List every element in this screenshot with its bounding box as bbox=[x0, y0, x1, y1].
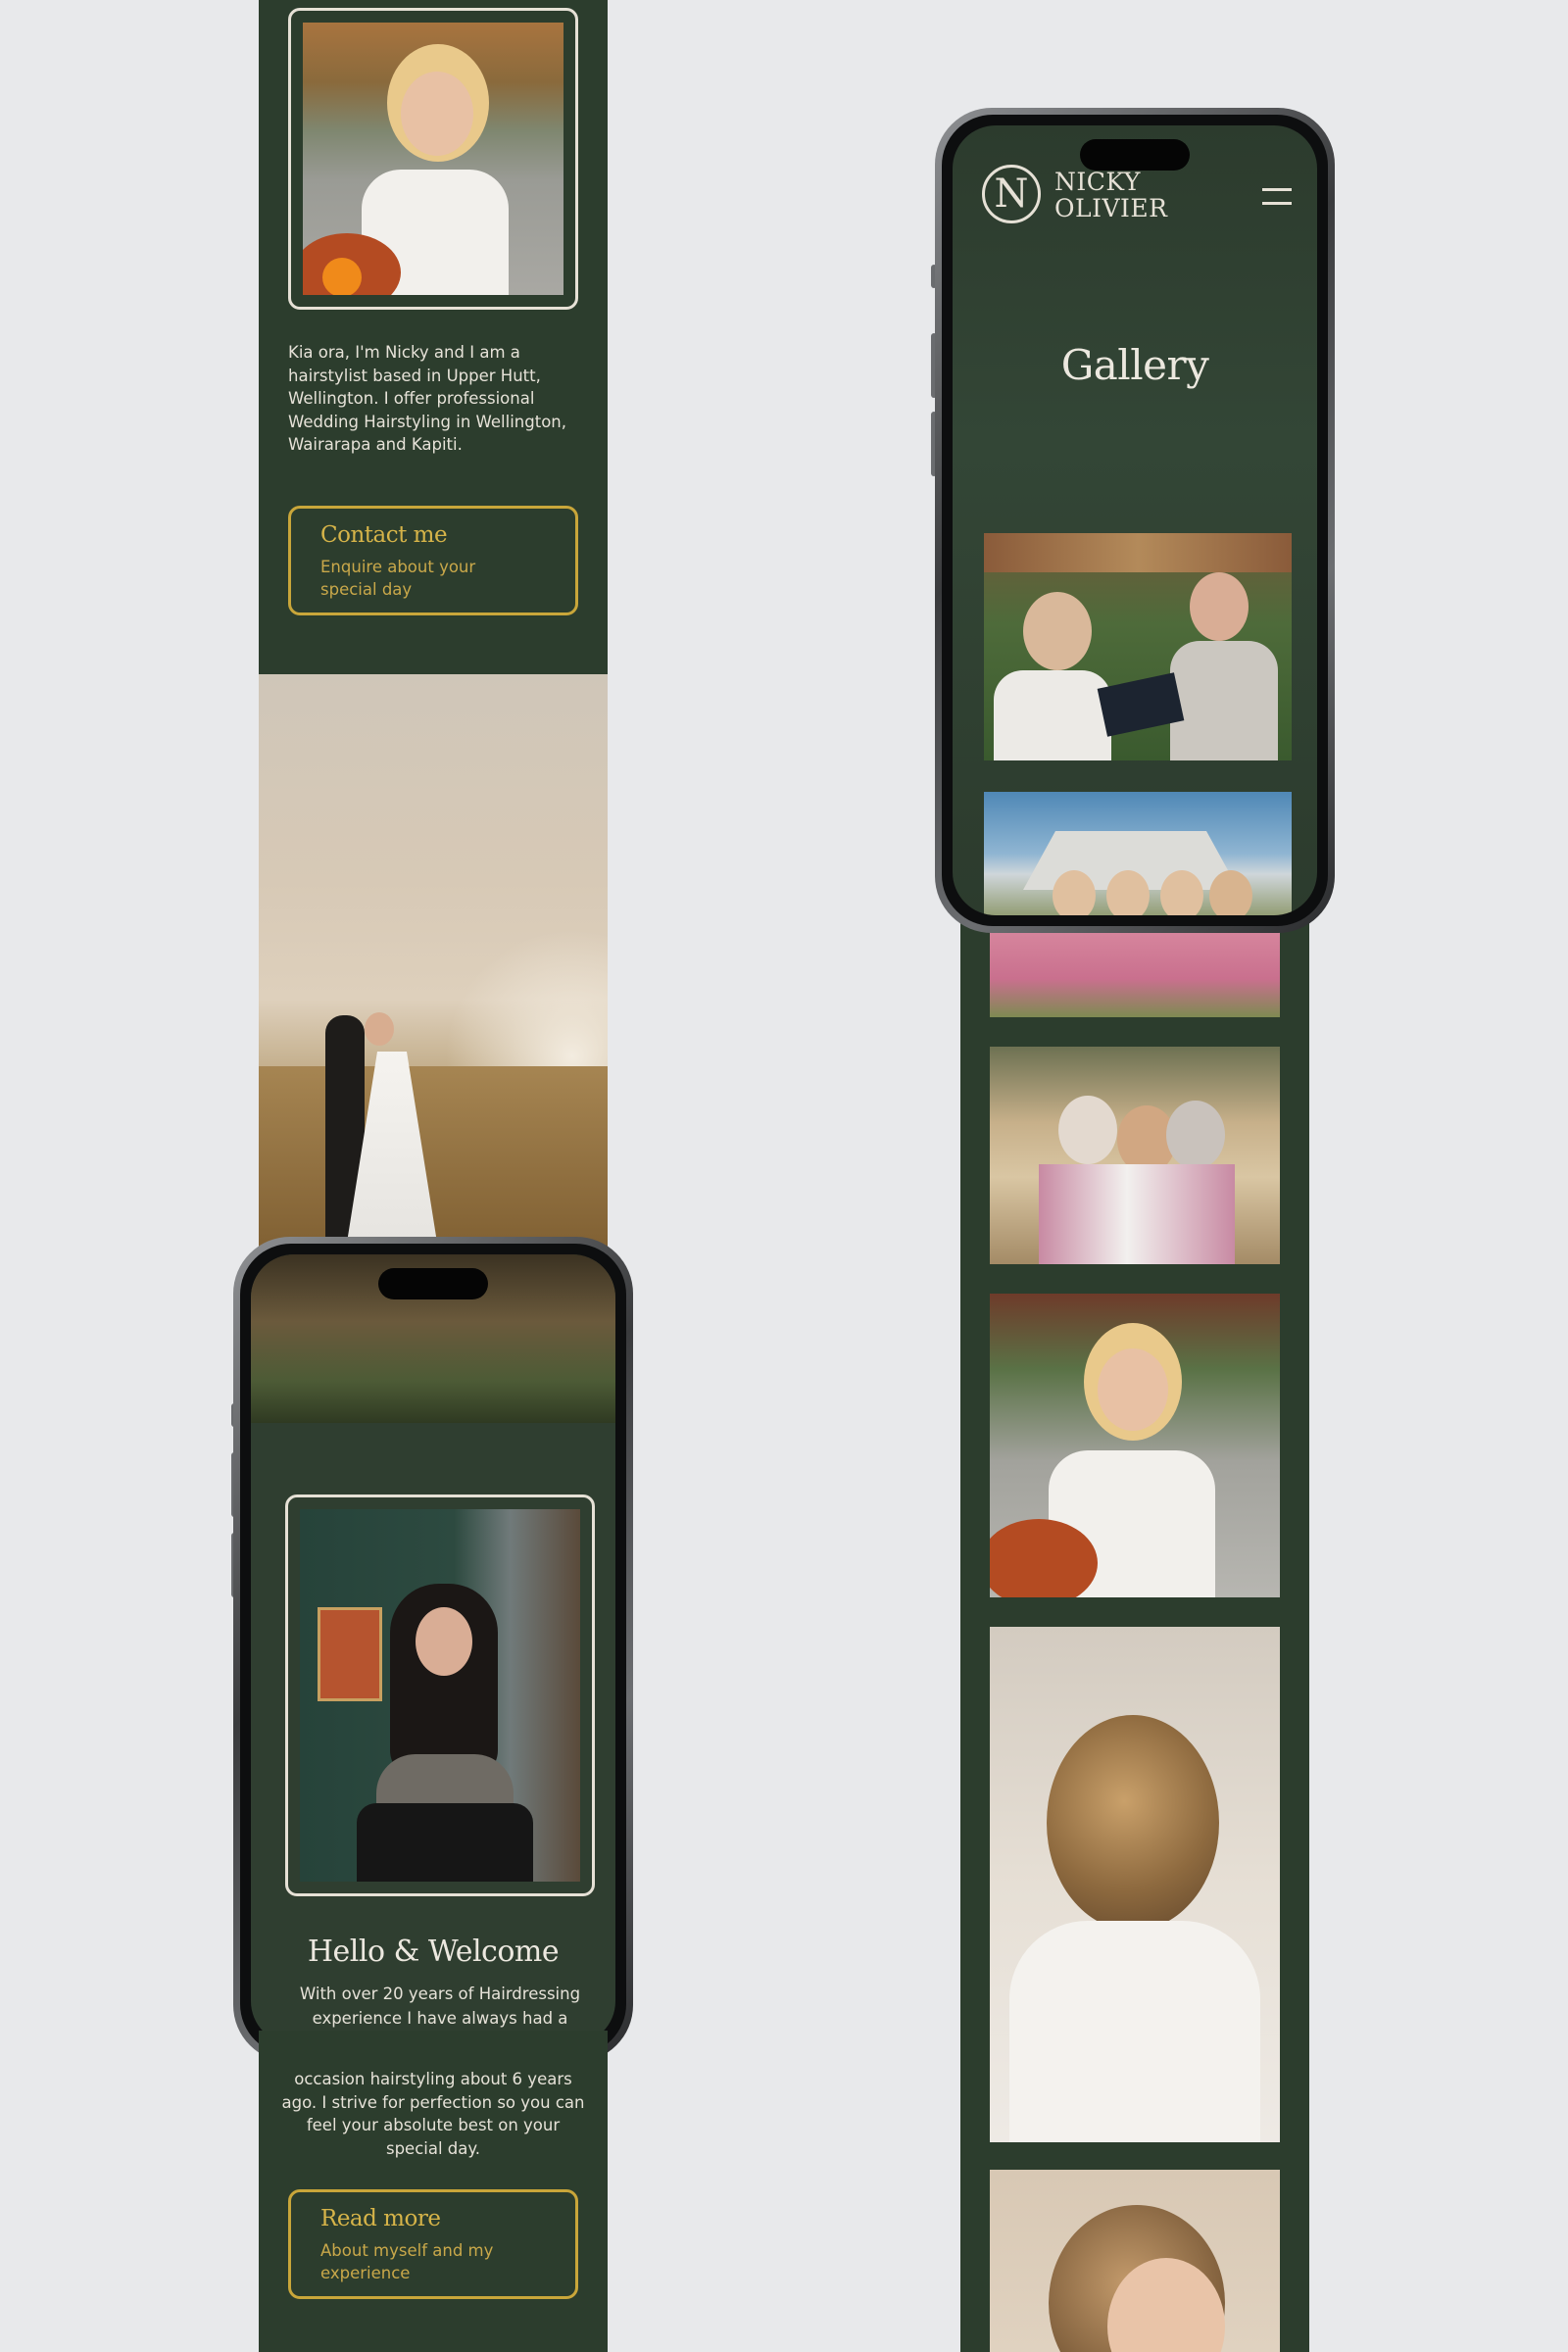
gallery-photo-bridal-party-toast[interactable] bbox=[990, 1047, 1280, 1264]
brand-name-line2: OLIVIER bbox=[1054, 194, 1168, 222]
dynamic-island bbox=[1080, 139, 1190, 171]
read-more-button[interactable]: Read more About myself and my experience bbox=[288, 2189, 578, 2299]
phone-screen-gallery: N NICKY OLIVIER Gallery bbox=[953, 125, 1317, 915]
gallery-photo-bride-hair-pins[interactable] bbox=[990, 2170, 1280, 2352]
gallery-photo-bridal-updo[interactable] bbox=[990, 1627, 1280, 2142]
gallery-photo-bridesmaids[interactable] bbox=[984, 792, 1292, 915]
brand-name-line1: NICKY bbox=[1054, 168, 1141, 196]
gallery-photo-bridesmaids-robes[interactable] bbox=[990, 921, 1280, 1017]
gallery-photo-bride-portrait[interactable] bbox=[990, 1294, 1280, 1597]
brand-name: NICKY OLIVIER bbox=[1054, 169, 1167, 221]
logo-mark[interactable]: N bbox=[982, 165, 1041, 223]
bride-portrait-photo bbox=[303, 23, 564, 295]
bride-portrait-frame bbox=[288, 8, 578, 310]
stylist-portrait-frame bbox=[285, 1494, 595, 1896]
couple-field-photo bbox=[259, 674, 608, 1266]
contact-me-button[interactable]: Contact me Enquire about your special da… bbox=[288, 506, 578, 615]
gallery-photo-ceremony[interactable] bbox=[984, 533, 1292, 760]
contact-me-subtitle: Enquire about your special day bbox=[320, 558, 476, 599]
gallery-strip bbox=[960, 921, 1309, 2352]
about-section: Kia ora, I'm Nicky and I am a hairstylis… bbox=[259, 0, 608, 674]
dynamic-island bbox=[378, 1268, 488, 1299]
phone-mockup-welcome: Hello & Welcome With over 20 years of Ha… bbox=[233, 1237, 633, 2062]
read-more-title: Read more bbox=[320, 2206, 441, 2231]
welcome-paragraph-end: occasion hairstyling about 6 years ago. … bbox=[281, 2070, 585, 2158]
welcome-continued-section: occasion hairstyling about 6 years ago. … bbox=[259, 2031, 608, 2352]
logo-letter: N bbox=[994, 172, 1029, 217]
hamburger-menu-icon[interactable] bbox=[1262, 186, 1292, 210]
phone-mockup-gallery: N NICKY OLIVIER Gallery bbox=[935, 108, 1335, 933]
welcome-heading: Hello & Welcome bbox=[307, 1935, 560, 1969]
contact-me-title: Contact me bbox=[320, 522, 448, 548]
intro-paragraph: Kia ora, I'm Nicky and I am a hairstylis… bbox=[288, 343, 567, 454]
gallery-title: Gallery bbox=[1060, 341, 1209, 389]
stylist-portrait-photo bbox=[300, 1509, 580, 1882]
phone-screen-welcome: Hello & Welcome With over 20 years of Ha… bbox=[251, 1254, 615, 2044]
read-more-subtitle: About myself and my experience bbox=[320, 2241, 494, 2282]
